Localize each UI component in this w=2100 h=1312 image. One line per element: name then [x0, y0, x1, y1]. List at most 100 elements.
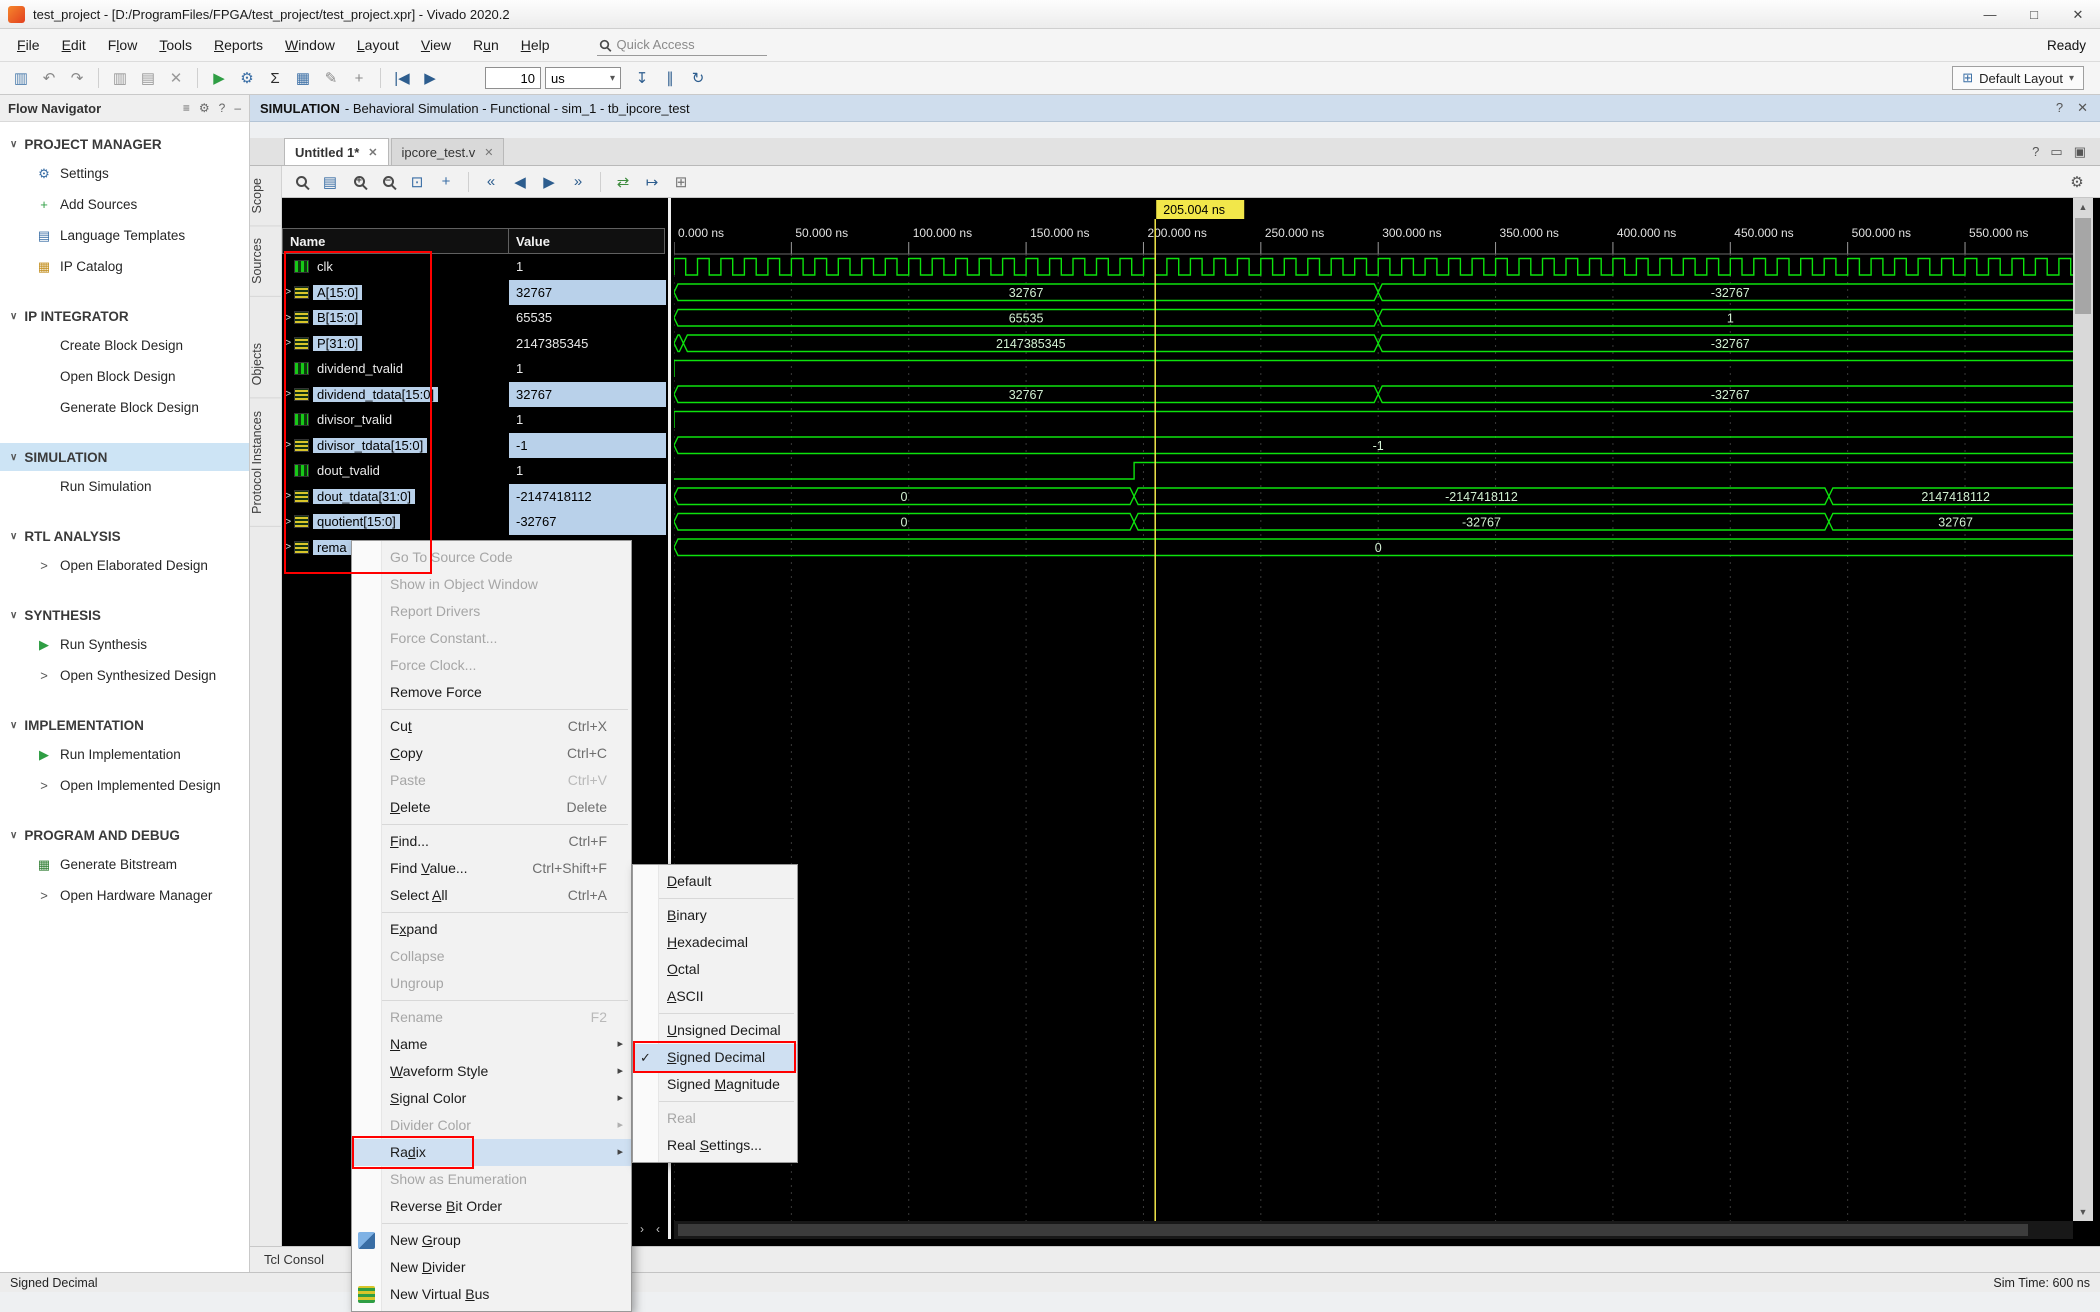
- context-menu-item-new-divider[interactable]: New Divider: [352, 1254, 631, 1281]
- quick-access-search[interactable]: Quick Access: [597, 34, 767, 56]
- scroll-down-icon[interactable]: ▼: [2073, 1203, 2093, 1221]
- flow-item-open-implemented-design[interactable]: >Open Implemented Design: [0, 770, 249, 801]
- scrollbar-thumb[interactable]: [2075, 218, 2091, 314]
- signal-row-divisor-tvalid[interactable]: divisor_tvalid: [282, 407, 509, 433]
- flow-item-settings[interactable]: ⚙Settings: [0, 158, 249, 189]
- tab-ipcore-test-v[interactable]: ipcore_test.v✕: [391, 138, 505, 165]
- expand-arrow-icon[interactable]: >: [282, 337, 294, 349]
- minimize-icon[interactable]: –: [234, 101, 241, 115]
- probe-icon[interactable]: +: [346, 65, 372, 91]
- redo-icon[interactable]: ↷: [64, 65, 90, 91]
- flow-section-header-synthesis[interactable]: ∨SYNTHESIS: [0, 601, 249, 629]
- wave-horizontal-scrollbar[interactable]: [674, 1221, 2073, 1239]
- sum-icon[interactable]: Σ: [262, 65, 288, 91]
- layout-selector[interactable]: ⊞ Default Layout ▾: [1952, 66, 2084, 90]
- flow-item-run-synthesis[interactable]: ▶Run Synthesis: [0, 629, 249, 660]
- signal-value-dividend-tdata-15-0[interactable]: 32767: [509, 382, 666, 408]
- flow-item-run-simulation[interactable]: Run Simulation: [0, 471, 249, 502]
- menu-layout[interactable]: Layout: [346, 29, 410, 62]
- search-icon[interactable]: [288, 169, 314, 195]
- side-tab-objects[interactable]: Objects: [250, 331, 282, 398]
- menu-tools[interactable]: Tools: [148, 29, 203, 62]
- name-column-header[interactable]: Name: [282, 228, 509, 254]
- context-menu-item-find-value[interactable]: Find Value...Ctrl+Shift+F: [352, 855, 631, 882]
- signal-value-b-15-0[interactable]: 65535: [509, 305, 666, 331]
- wave-settings-gear-icon[interactable]: ⚙: [2064, 169, 2090, 195]
- tcl-console-tab[interactable]: Tcl Consol: [264, 1252, 324, 1267]
- context-menu-item-cut[interactable]: CutCtrl+X: [352, 713, 631, 740]
- time-unit-select[interactable]: us ▾: [545, 67, 621, 89]
- menu-file[interactable]: File: [6, 29, 51, 62]
- menu-reports[interactable]: Reports: [203, 29, 274, 62]
- delete-icon[interactable]: ✕: [163, 65, 189, 91]
- pause-icon[interactable]: ∥: [657, 65, 683, 91]
- flow-section-header-implementation[interactable]: ∨IMPLEMENTATION: [0, 711, 249, 739]
- context-menu-item-radix[interactable]: Radix▸: [352, 1139, 631, 1166]
- context-menu-item-new-virtual-bus[interactable]: New Virtual Bus: [352, 1281, 631, 1308]
- settings-gear-icon[interactable]: ⚙: [234, 65, 260, 91]
- float-icon[interactable]: ▭: [2050, 144, 2062, 160]
- help-icon[interactable]: ?: [219, 101, 226, 115]
- settings-icon[interactable]: ⚙: [199, 101, 210, 115]
- menu-flow[interactable]: Flow: [97, 29, 149, 62]
- flow-item-open-synthesized-design[interactable]: >Open Synthesized Design: [0, 660, 249, 691]
- context-menu-item-remove-force[interactable]: Remove Force: [352, 679, 631, 706]
- go-to-time-0-icon[interactable]: «: [478, 169, 504, 195]
- expand-arrow-icon[interactable]: >: [282, 388, 294, 400]
- signal-value-clk[interactable]: 1: [509, 254, 666, 280]
- value-column-header[interactable]: Value: [508, 228, 665, 254]
- previous-transition-icon[interactable]: ◀: [507, 169, 533, 195]
- signal-value-a-15-0[interactable]: 32767: [509, 280, 666, 306]
- signal-row-dividend-tvalid[interactable]: dividend_tvalid: [282, 356, 509, 382]
- signal-row-clk[interactable]: clk: [282, 254, 509, 280]
- flow-section-header-simulation[interactable]: ∨SIMULATION: [0, 443, 249, 471]
- menu-window[interactable]: Window: [274, 29, 346, 62]
- side-tab-protocol-instances[interactable]: Protocol Instances: [250, 399, 282, 527]
- signal-row-p-31-0[interactable]: >P[31:0]: [282, 331, 509, 357]
- run-for-icon[interactable]: ▶: [417, 65, 443, 91]
- signal-value-divisor-tvalid[interactable]: 1: [509, 407, 666, 433]
- menu-view[interactable]: View: [410, 29, 462, 62]
- flow-section-header-program-and-debug[interactable]: ∨PROGRAM AND DEBUG: [0, 821, 249, 849]
- radix-option-signed-decimal[interactable]: ✓Signed Decimal: [633, 1044, 797, 1071]
- zoom-out-icon[interactable]: −: [375, 169, 401, 195]
- context-menu-item-find[interactable]: Find...Ctrl+F: [352, 828, 631, 855]
- tab-untitled-1[interactable]: Untitled 1*✕: [284, 138, 389, 165]
- close-icon[interactable]: ✕: [2077, 100, 2088, 116]
- flow-section-header-rtl-analysis[interactable]: ∨RTL ANALYSIS: [0, 522, 249, 550]
- tab-close-icon[interactable]: ✕: [368, 146, 377, 159]
- signal-row-quotient-15-0[interactable]: >quotient[15:0]: [282, 509, 509, 535]
- signal-row-a-15-0[interactable]: >A[15:0]: [282, 280, 509, 306]
- zoom-fit-icon[interactable]: ⊡: [404, 169, 430, 195]
- radix-option-hexadecimal[interactable]: Hexadecimal: [633, 929, 797, 956]
- go-to-last-icon[interactable]: »: [565, 169, 591, 195]
- radix-option-binary[interactable]: Binary: [633, 902, 797, 929]
- report-icon[interactable]: ▦: [290, 65, 316, 91]
- flow-item-run-implementation[interactable]: ▶Run Implementation: [0, 739, 249, 770]
- maximize-button[interactable]: □: [2012, 0, 2056, 29]
- waveform-svg[interactable]: 0.000 ns50.000 ns100.000 ns150.000 ns200…: [674, 198, 2073, 1239]
- run-button-icon[interactable]: ▶: [206, 65, 232, 91]
- zoom-to-cursor-icon[interactable]: +: [433, 169, 459, 195]
- snap-to-transition-icon[interactable]: ↦: [639, 169, 665, 195]
- signal-value-dout-tvalid[interactable]: 1: [509, 458, 666, 484]
- signal-value-quotient-15-0[interactable]: -32767: [509, 509, 666, 535]
- paste-icon[interactable]: ▤: [135, 65, 161, 91]
- expand-arrow-icon[interactable]: >: [282, 516, 294, 528]
- save-waveform-icon[interactable]: ▤: [317, 169, 343, 195]
- wave-vertical-scrollbar[interactable]: ▲ ▼: [2073, 198, 2093, 1221]
- maximize-icon[interactable]: ▣: [2074, 144, 2086, 160]
- radix-option-ascii[interactable]: ASCII: [633, 983, 797, 1010]
- signal-value-divisor-tdata-15-0[interactable]: -1: [509, 433, 666, 459]
- signal-value-dout-tdata-31-0[interactable]: -2147418112: [509, 484, 666, 510]
- flow-item-ip-catalog[interactable]: ▦IP Catalog: [0, 251, 249, 282]
- open-recent-icon[interactable]: ▥: [8, 65, 34, 91]
- menu-edit[interactable]: Edit: [51, 29, 97, 62]
- context-menu-item-signal-color[interactable]: Signal Color▸: [352, 1085, 631, 1112]
- context-menu-item-copy[interactable]: CopyCtrl+C: [352, 740, 631, 767]
- signal-row-b-15-0[interactable]: >B[15:0]: [282, 305, 509, 331]
- flow-item-open-block-design[interactable]: Open Block Design: [0, 361, 249, 392]
- menu-help[interactable]: Help: [510, 29, 561, 62]
- minimize-button[interactable]: —: [1968, 0, 2012, 29]
- side-tab-scope[interactable]: Scope: [250, 166, 282, 226]
